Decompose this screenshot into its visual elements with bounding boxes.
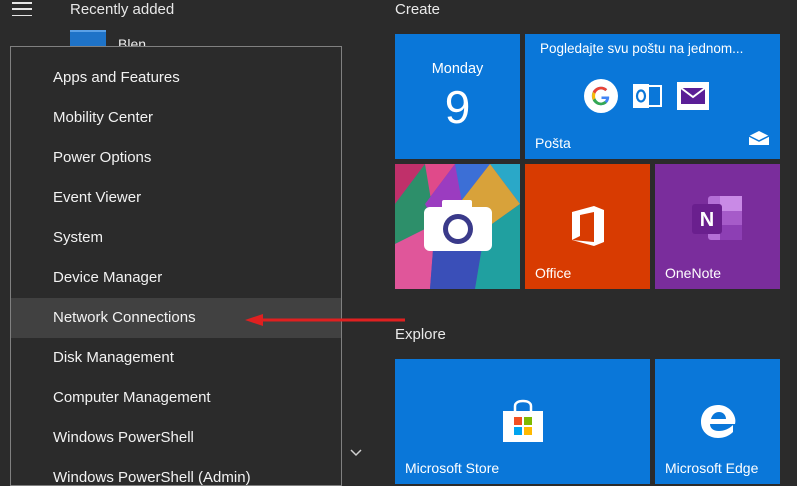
recently-added-heading: Recently added	[70, 1, 175, 18]
menu-item-mobility-center[interactable]: Mobility Center	[11, 98, 341, 138]
mail-tile-label: Pošta	[535, 135, 571, 151]
explore-group-title: Explore	[395, 326, 446, 343]
menu-item-windows-powershell-admin[interactable]: Windows PowerShell (Admin)	[11, 458, 341, 485]
office-icon	[568, 204, 608, 253]
svg-text:N: N	[699, 209, 713, 231]
outlook-icon	[629, 78, 665, 114]
menu-item-system[interactable]: System	[11, 218, 341, 258]
edge-icon	[698, 401, 738, 446]
mail-tile[interactable]: Pogledajte svu poštu na jednom... Pošta	[525, 34, 780, 159]
menu-item-disk-management[interactable]: Disk Management	[11, 338, 341, 378]
onenote-tile[interactable]: N OneNote	[655, 164, 780, 289]
hamburger-menu-icon[interactable]	[12, 2, 32, 16]
office-tile-label: Office	[535, 265, 572, 281]
camera-icon	[422, 198, 494, 257]
camera-tile[interactable]	[395, 164, 520, 289]
calendar-tile[interactable]: Monday 9	[395, 34, 520, 159]
menu-item-windows-powershell[interactable]: Windows PowerShell	[11, 418, 341, 458]
winx-context-menu: Apps and Features Mobility Center Power …	[10, 46, 342, 486]
menu-item-event-viewer[interactable]: Event Viewer	[11, 178, 341, 218]
menu-item-computer-management[interactable]: Computer Management	[11, 378, 341, 418]
annotation-arrow	[245, 314, 405, 326]
google-icon	[583, 78, 619, 114]
menu-item-device-manager[interactable]: Device Manager	[11, 258, 341, 298]
microsoft-edge-tile[interactable]: Microsoft Edge	[655, 359, 780, 484]
menu-item-apps-and-features[interactable]: Apps and Features	[11, 58, 341, 98]
calendar-day: Monday	[431, 61, 484, 77]
calendar-date: 9	[444, 81, 471, 133]
create-group-title: Create	[395, 1, 441, 18]
menu-item-power-options[interactable]: Power Options	[11, 138, 341, 178]
mail-headline: Pogledajte svu poštu na jednom...	[540, 41, 744, 56]
onenote-tile-label: OneNote	[665, 265, 722, 281]
microsoft-store-tile[interactable]: Microsoft Store	[395, 359, 650, 484]
envelope-icon	[748, 130, 770, 151]
yahoo-mail-icon	[675, 78, 711, 114]
onenote-icon: N	[690, 194, 746, 247]
chevron-down-icon[interactable]	[349, 446, 365, 462]
mail-account-icons	[583, 78, 711, 114]
office-tile[interactable]: Office	[525, 164, 650, 289]
store-bag-icon	[501, 399, 545, 448]
